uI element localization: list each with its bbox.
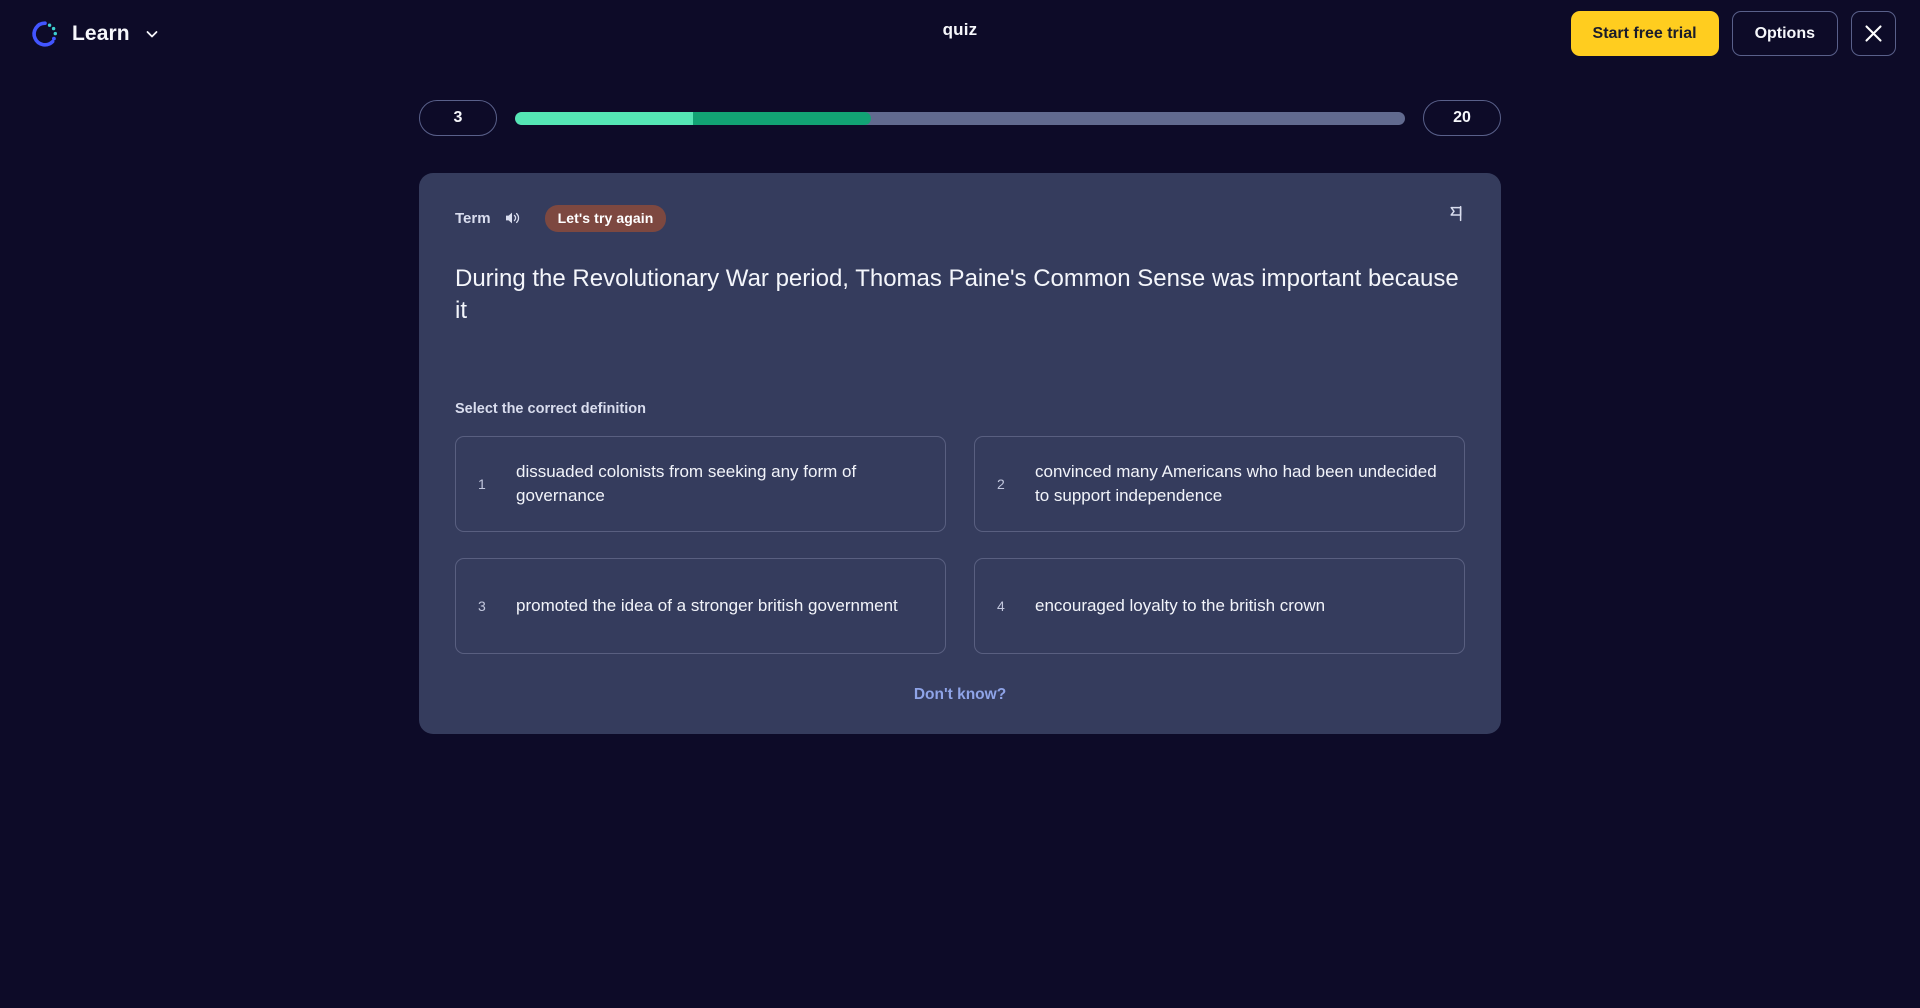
status-badge: Let's try again <box>544 204 667 232</box>
progress-segment-dark <box>693 111 871 125</box>
speaker-icon[interactable] <box>503 209 521 227</box>
brand-learn-menu[interactable]: Learn <box>30 19 160 49</box>
flag-icon[interactable] <box>1446 204 1465 223</box>
answer-options: 1 dissuaded colonists from seeking any f… <box>455 435 1465 654</box>
answer-option-text: convinced many Americans who had been un… <box>1035 461 1437 505</box>
answer-option-number: 2 <box>997 475 1005 492</box>
close-button[interactable] <box>1851 11 1896 56</box>
start-free-trial-button[interactable]: Start free trial <box>1570 11 1719 56</box>
term-label: Term <box>455 209 491 227</box>
topbar-actions: Start free trial Options <box>1570 11 1896 56</box>
chevron-down-icon[interactable] <box>144 26 160 42</box>
answer-option-number: 1 <box>478 475 486 492</box>
question-card: Term Let's try again During the Revoluti… <box>419 173 1501 734</box>
answer-option-4[interactable]: 4 encouraged loyalty to the british crow… <box>974 557 1465 654</box>
answer-option-2[interactable]: 2 convinced many Americans who had been … <box>974 435 1465 532</box>
question-prompt: During the Revolutionary War period, Tho… <box>455 265 1459 325</box>
quizlet-logo-icon <box>30 19 60 49</box>
answer-option-3[interactable]: 3 promoted the idea of a stronger britis… <box>455 557 946 654</box>
answer-option-1[interactable]: 1 dissuaded colonists from seeking any f… <box>455 435 946 532</box>
card-header: Term Let's try again <box>455 203 1465 233</box>
brand-name-label: Learn <box>72 22 130 45</box>
progress-bar <box>515 111 1405 125</box>
options-button[interactable]: Options <box>1731 11 1838 56</box>
progress-segment-light <box>515 111 693 125</box>
top-bar: Learn quiz Start free trial Options <box>0 0 1920 68</box>
answer-option-number: 3 <box>478 597 486 614</box>
progress-current-pill: 3 <box>419 100 497 136</box>
dont-know-button[interactable]: Don't know? <box>914 686 1006 704</box>
answer-option-number: 4 <box>997 597 1005 614</box>
progress-row: 3 20 <box>419 100 1501 136</box>
answer-option-text: dissuaded colonists from seeking any for… <box>516 461 857 505</box>
answer-instruction-label: Select the correct definition <box>455 400 646 417</box>
close-icon <box>1863 23 1884 44</box>
progress-total-pill: 20 <box>1423 100 1501 136</box>
answer-option-text: encouraged loyalty to the british crown <box>1035 595 1326 615</box>
dont-know-row: Don't know? <box>455 686 1465 704</box>
answer-option-text: promoted the idea of a stronger british … <box>516 595 898 615</box>
